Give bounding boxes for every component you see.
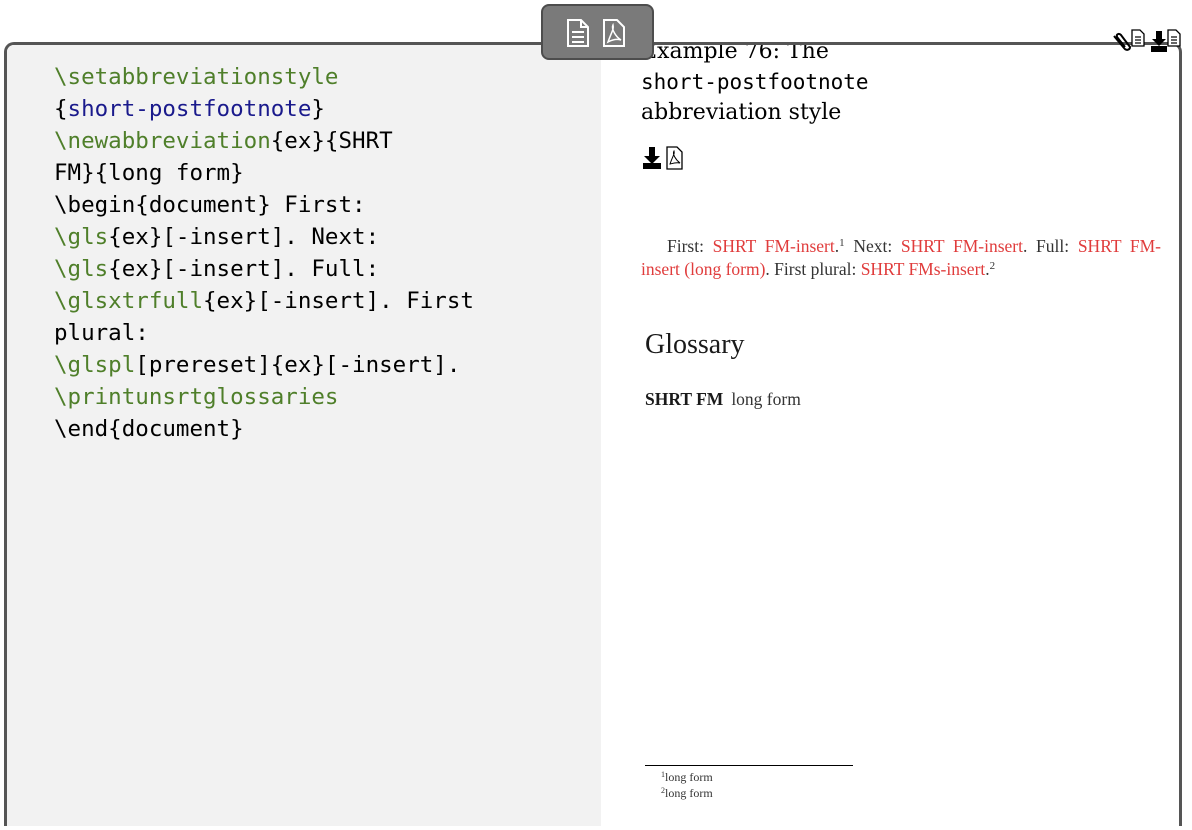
code-line: \begin{document} First:	[54, 189, 594, 221]
code-command: \printunsrtglossaries	[54, 384, 339, 410]
text-full-label: Full:	[1036, 236, 1070, 256]
code-line: \gls{ex}[-insert]. Full:	[54, 253, 594, 285]
code-command: \setabbreviationstyle	[54, 64, 339, 90]
code-text: {ex}[-insert]. Full:	[108, 256, 380, 282]
code-text: {ex}{SHRT	[270, 128, 393, 154]
abbr-link-plural[interactable]: SHRT FMs-insert	[861, 259, 986, 279]
document-icon[interactable]	[1167, 29, 1181, 47]
code-line: \gls{ex}[-insert]. Next:	[54, 221, 594, 253]
text-plural-label: First plural:	[774, 259, 857, 279]
code-listing: \setabbreviationstyle {short-postfootnote…	[54, 61, 594, 445]
code-line: FM}{long form}	[54, 157, 594, 189]
code-text: {ex}[-insert]. First	[203, 288, 474, 314]
footnote-marker[interactable]: 2	[990, 260, 996, 272]
code-line: plural:	[54, 317, 594, 349]
code-text: \begin{document} First:	[54, 192, 366, 218]
code-text: plural:	[54, 320, 149, 346]
download-icon[interactable]	[643, 147, 661, 169]
pdf-icon[interactable]	[666, 146, 683, 170]
attachment-icon[interactable]	[1113, 32, 1132, 51]
example-title-line: abbreviation style	[641, 100, 842, 125]
code-line: \setabbreviationstyle	[54, 61, 594, 93]
footnote-text: long form	[665, 786, 713, 800]
code-command: \gls	[54, 224, 109, 250]
glossary-entry: SHRT FM long form	[645, 389, 801, 410]
code-panel: \setabbreviationstyle {short-postfootnote…	[7, 45, 601, 826]
code-line: \printunsrtglossaries	[54, 381, 594, 413]
code-command: \gls	[54, 256, 109, 282]
abbr-link-first[interactable]: SHRT FM-insert	[713, 236, 835, 256]
text-first-label: First:	[667, 236, 704, 256]
example-frame: \setabbreviationstyle {short-postfootnote…	[4, 42, 1182, 826]
code-command: \glsxtrfull	[54, 288, 204, 314]
document-icon[interactable]	[565, 18, 591, 48]
code-line: \newabbreviation{ex}{SHRT	[54, 125, 594, 157]
footnotes: 1long form 2long form	[661, 769, 713, 801]
download-icon[interactable]	[1151, 31, 1167, 52]
title-icon-group	[641, 145, 685, 175]
code-command: \newabbreviation	[54, 128, 271, 154]
output-paragraph: First: SHRT FM-insert.1 Next: SHRT FM-in…	[641, 236, 1162, 279]
text-next-label: Next:	[853, 236, 893, 256]
corner-icon-group	[1110, 28, 1182, 58]
example-title: Example 76: The short-postfootnote abbre…	[641, 42, 941, 128]
code-argument: short-postfootnote	[67, 96, 312, 122]
abbr-link-next[interactable]: SHRT FM-insert	[901, 236, 1023, 256]
code-text: FM}{long form}	[54, 160, 244, 186]
glossary-term[interactable]: SHRT FM	[645, 389, 723, 409]
example-title-style-name: short-postfootnote	[641, 70, 869, 94]
footnote-rule	[645, 765, 853, 766]
example-title-line: Example 76: The	[641, 42, 829, 64]
footnote: 2long form	[661, 785, 713, 801]
code-command: \glspl	[54, 352, 136, 378]
footnote-text: long form	[665, 770, 713, 784]
code-text: {	[54, 96, 68, 122]
code-line: \end{document}	[54, 413, 594, 445]
footnote-marker[interactable]: 1	[839, 237, 845, 249]
pdf-icon[interactable]	[601, 18, 627, 48]
code-text: {ex}[-insert]. Next:	[108, 224, 380, 250]
code-text: [prereset]{ex}[-insert].	[135, 352, 461, 378]
document-icon[interactable]	[1131, 29, 1145, 47]
code-text: }	[311, 96, 325, 122]
output-panel: Example 76: The short-postfootnote abbre…	[601, 42, 1179, 826]
code-line: \glspl[prereset]{ex}[-insert].	[54, 349, 594, 381]
source-tab[interactable]	[541, 4, 654, 60]
footnote: 1long form	[661, 769, 713, 785]
code-line: {short-postfootnote}	[54, 93, 594, 125]
glossary-description: long form	[731, 389, 801, 409]
glossary-heading: Glossary	[645, 329, 745, 360]
code-text: \end{document}	[54, 416, 244, 442]
code-line: \glsxtrfull{ex}[-insert]. First	[54, 285, 594, 317]
